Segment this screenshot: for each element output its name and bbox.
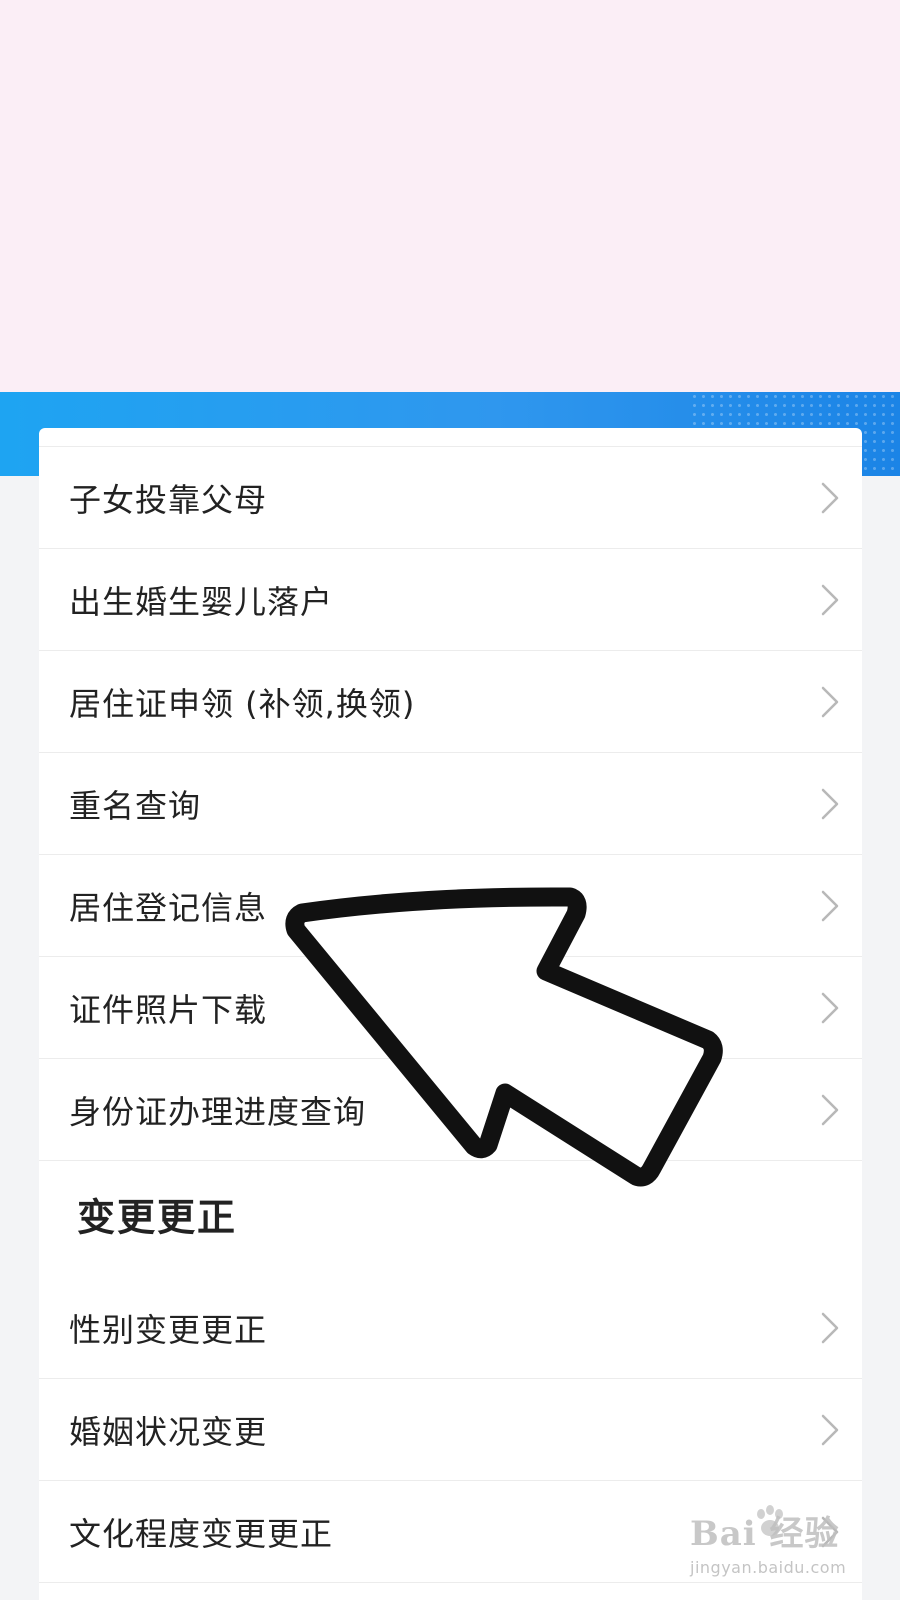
list-item-label: 婚姻状况变更 [69, 1412, 268, 1451]
chevron-right-icon [821, 788, 839, 819]
list-item[interactable]: 重名查询 [39, 753, 862, 855]
list-item[interactable]: 居住登记信息 [39, 855, 862, 957]
list-item-label: 出生婚生婴儿落户 [69, 582, 334, 621]
list-item-label: 子女投靠父母 [69, 480, 268, 519]
list-item[interactable]: 证件照片下载 [39, 957, 862, 1059]
list-item-label: 重名查询 [69, 786, 202, 825]
list-item[interactable]: 身份证办理进度查询 [39, 1059, 862, 1161]
service-list-card: 子女投靠父母 出生婚生婴儿落户 居住证申领 (补领,换领) 重名查询 居住登记信… [39, 428, 862, 1600]
chevron-right-icon [821, 1312, 839, 1343]
chevron-right-icon [821, 992, 839, 1023]
list-item-label: 身份证办理进度查询 [69, 1092, 367, 1131]
list-item[interactable]: 子女投靠父母 [39, 447, 862, 549]
list-item[interactable]: 居住证申领 (补领,换领) [39, 651, 862, 753]
list-item-label: 文化程度变更更正 [69, 1514, 334, 1553]
chevron-right-icon [821, 890, 839, 921]
list-item-label: 居住证申领 (补领,换领) [69, 684, 416, 723]
section-title: 变更更正 [77, 1195, 238, 1240]
chevron-right-icon [821, 482, 839, 513]
list-item-label: 性别变更更正 [69, 1310, 268, 1349]
list-item-label: 证件照片下载 [69, 990, 268, 1029]
list-item[interactable]: 婚姻状况变更 [39, 1379, 862, 1481]
list-item[interactable]: 文化程度变更更正 [39, 1481, 862, 1583]
chevron-right-icon [821, 584, 839, 615]
chevron-right-icon [821, 686, 839, 717]
card-top-divider [39, 428, 862, 447]
list-item[interactable]: 出生婚生婴儿落户 [39, 549, 862, 651]
top-banner [0, 0, 900, 392]
list-item-label: 居住登记信息 [69, 888, 268, 927]
chevron-right-icon [821, 1516, 839, 1547]
chevron-right-icon [821, 1414, 839, 1445]
chevron-right-icon [821, 1094, 839, 1125]
section-header: 变更更正 [39, 1161, 862, 1277]
list-item[interactable]: 性别变更更正 [39, 1277, 862, 1379]
